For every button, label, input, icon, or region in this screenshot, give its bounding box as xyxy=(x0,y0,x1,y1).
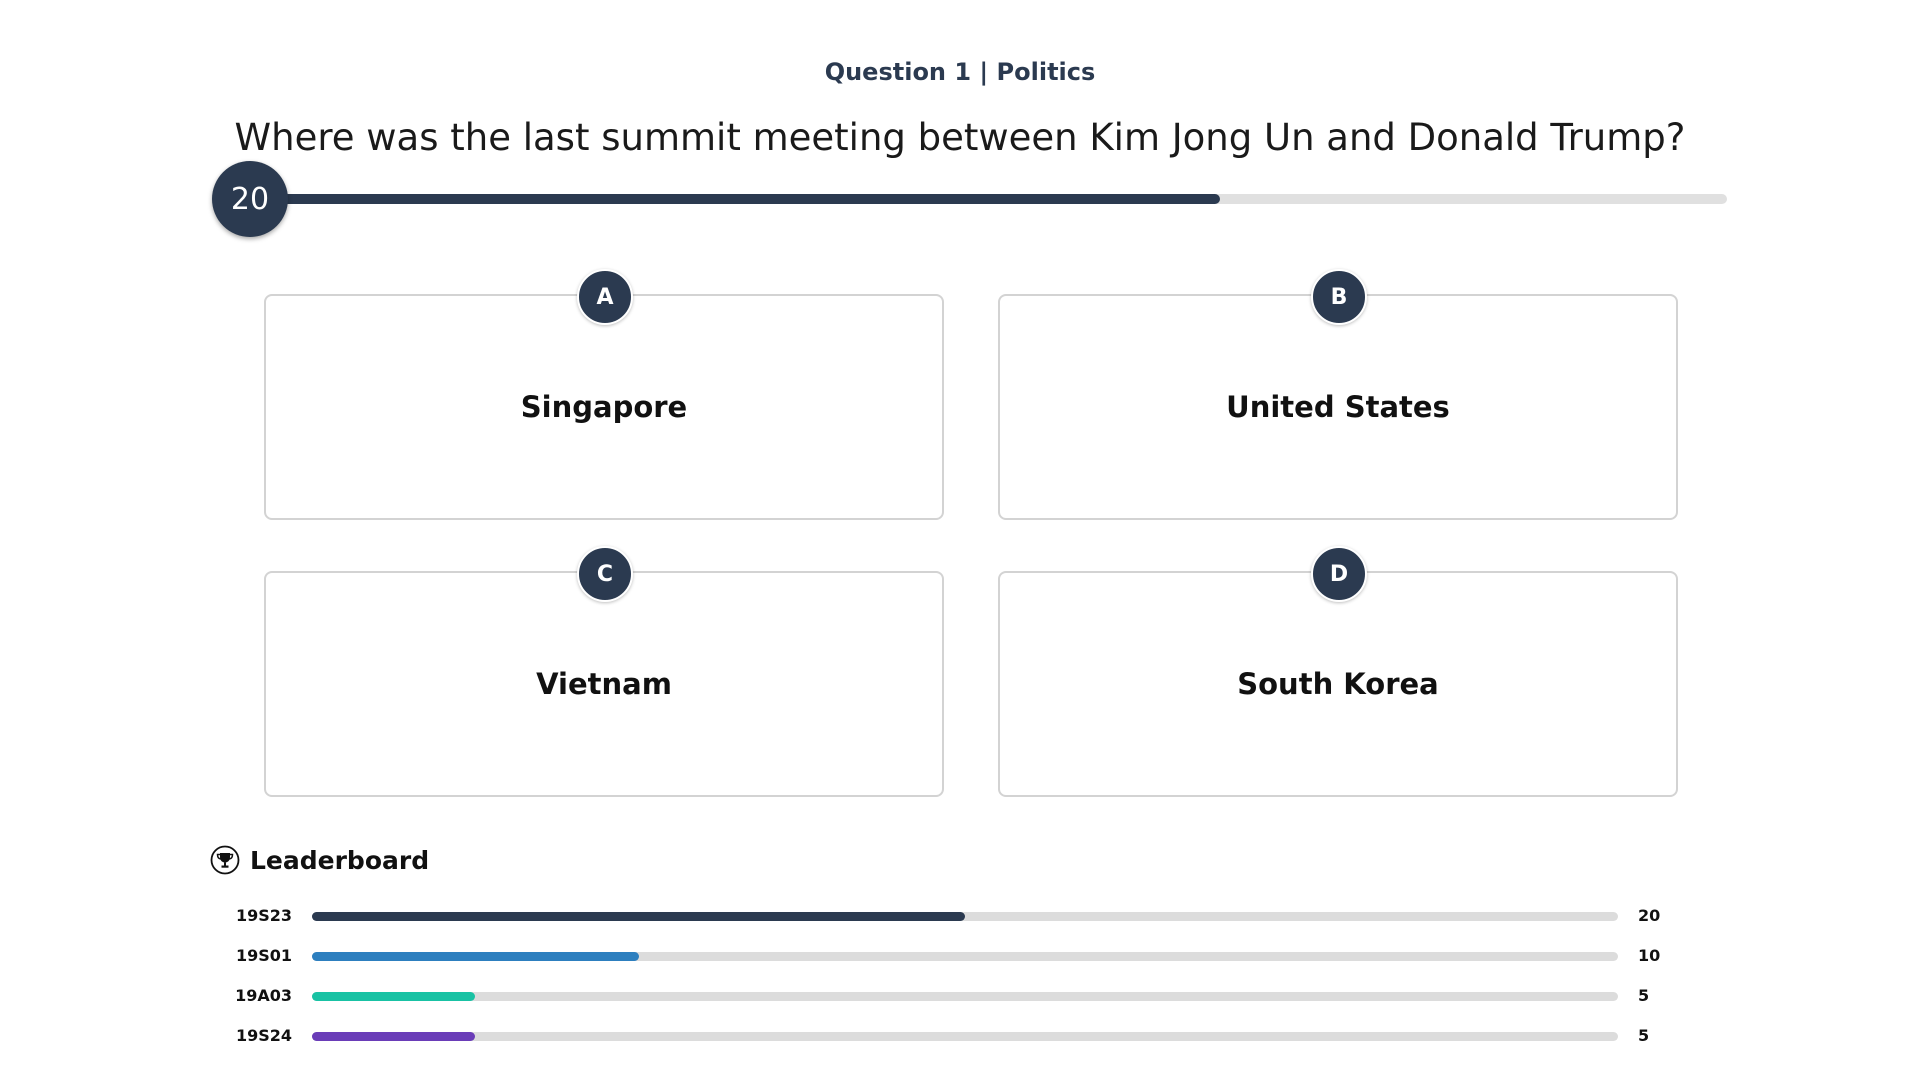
leaderboard-row: 19S01 10 xyxy=(210,944,1670,968)
leaderboard-score: 20 xyxy=(1638,906,1661,925)
question-meta: Question 1 | Politics xyxy=(824,58,1096,86)
leaderboard-team-name: 19S24 xyxy=(235,1026,292,1045)
leaderboard-score-fill xyxy=(312,952,639,961)
trophy-icon xyxy=(210,845,240,875)
leaderboard-score: 10 xyxy=(1638,946,1661,965)
answer-option-c[interactable]: C Vietnam xyxy=(264,546,944,797)
leaderboard-row: 19S23 20 xyxy=(210,904,1670,928)
leaderboard-row: 19S24 5 xyxy=(210,1024,1670,1048)
quiz-page: Question 1 | Politics Where was the last… xyxy=(0,0,1920,1080)
answer-label: Singapore xyxy=(520,390,688,424)
leaderboard-score-track xyxy=(312,992,1618,1001)
leaderboard-score-track xyxy=(312,1032,1618,1041)
answer-option-b[interactable]: B United States xyxy=(998,269,1678,520)
leaderboard-row: 19A03 5 xyxy=(210,984,1670,1008)
answer-label: United States xyxy=(1226,390,1450,424)
leaderboard-team-name: 19A03 xyxy=(235,986,292,1005)
answer-label: Vietnam xyxy=(536,667,672,701)
leaderboard-score: 5 xyxy=(1638,1026,1650,1045)
leaderboard-score-track xyxy=(312,952,1618,961)
timer-progress-track xyxy=(250,194,1727,204)
leaderboard-score-track xyxy=(312,912,1618,921)
leaderboard-team-name: 19S01 xyxy=(235,946,292,965)
leaderboard-score: 5 xyxy=(1638,986,1650,1005)
answer-option-d[interactable]: D South Korea xyxy=(998,546,1678,797)
answer-option-a[interactable]: A Singapore xyxy=(264,269,944,520)
question-text: Where was the last summit meeting betwee… xyxy=(234,116,1686,159)
leaderboard-score-fill xyxy=(312,992,476,1001)
answer-label: South Korea xyxy=(1237,667,1439,701)
leaderboard-score-fill xyxy=(312,912,965,921)
leaderboard-header: Leaderboard xyxy=(210,842,429,878)
leaderboard-title: Leaderboard xyxy=(250,845,430,875)
timer-progress-fill xyxy=(250,194,1221,204)
leaderboard-team-name: 19S23 xyxy=(235,906,292,925)
leaderboard-score-fill xyxy=(312,1032,476,1041)
timer-countdown-badge: 20 xyxy=(212,161,288,237)
